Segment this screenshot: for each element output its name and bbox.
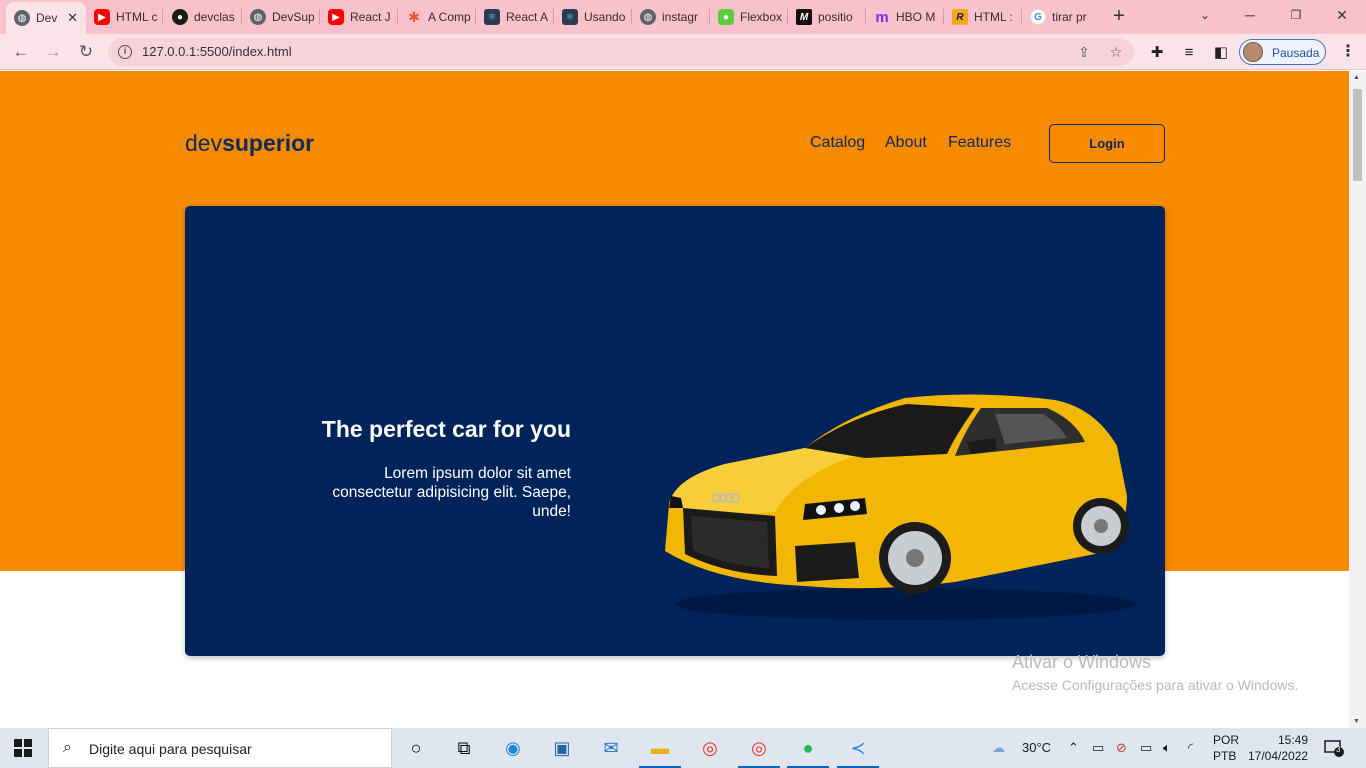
- globe-icon: ◍: [14, 10, 30, 26]
- scroll-down-icon[interactable]: ▼: [1353, 718, 1360, 725]
- minimize-button[interactable]: ─: [1230, 4, 1270, 26]
- restore-button[interactable]: ❐: [1276, 4, 1316, 26]
- youtube-icon: ▶: [94, 9, 110, 25]
- hero-text: Lorem ipsum dolor sit amet consectetur a…: [332, 465, 571, 520]
- notification-center-icon[interactable]: 3: [1324, 739, 1344, 757]
- file-explorer-icon[interactable]: ▬: [639, 736, 681, 768]
- tab-html-youtube[interactable]: ▶ HTML c: [86, 4, 162, 30]
- menu-dots-icon[interactable]: ⋮: [1338, 42, 1358, 62]
- tab-devsuperior[interactable]: ◍ Dev ✕: [6, 2, 86, 34]
- weather-icon[interactable]: ☁: [992, 740, 1005, 756]
- react-icon: ⚛: [562, 9, 578, 25]
- edge-icon[interactable]: ◉: [500, 736, 526, 760]
- youtube-icon: ▶: [328, 9, 344, 25]
- media-control-icon[interactable]: ≡: [1180, 44, 1198, 62]
- globe-icon: ◍: [250, 9, 266, 25]
- search-icon: ⌕: [63, 739, 72, 756]
- r-icon: R: [952, 9, 968, 25]
- spotify-icon[interactable]: ●: [787, 736, 829, 768]
- medium-icon: M: [796, 9, 812, 25]
- car-image: [665, 394, 1135, 620]
- tab-position-medium[interactable]: M positio: [788, 4, 864, 30]
- tab-a-comp[interactable]: ✱ A Comp: [398, 4, 474, 30]
- tab-strip: ◍ Dev ✕ ▶ HTML c ● devclas ◍ DevSup ▶ Re…: [0, 0, 1366, 34]
- weather-temp[interactable]: 30°C: [1022, 740, 1051, 755]
- windows-activation-watermark: Ativar o Windows Acesse Configurações pa…: [1012, 652, 1299, 693]
- vscode-icon[interactable]: ≺: [837, 736, 879, 768]
- nav-catalog[interactable]: Catalog: [810, 134, 865, 152]
- taskbar-search[interactable]: ⌕ Digite aqui para pesquisar: [48, 728, 392, 768]
- frog-icon: ●: [718, 9, 734, 25]
- volume-icon[interactable]: 🔈︎: [1163, 740, 1171, 756]
- hero-card: The perfect car for you Lorem ipsum dolo…: [185, 206, 1165, 656]
- tab-react-a[interactable]: ⚛ React A: [476, 4, 552, 30]
- tab-tirar-print[interactable]: G tirar pr: [1022, 4, 1100, 30]
- google-icon: G: [1030, 9, 1046, 25]
- chrome-profile-icon[interactable]: ◎: [738, 736, 780, 768]
- tab-devsuperior-2[interactable]: ◍ DevSup: [242, 4, 318, 30]
- chevron-up-icon[interactable]: ⌃: [1068, 740, 1079, 756]
- url-text[interactable]: 127.0.0.1:5500/index.html: [142, 44, 292, 59]
- share-icon[interactable]: ⇪: [1076, 44, 1092, 60]
- info-icon[interactable]: i: [118, 45, 132, 59]
- cortana-icon[interactable]: ○: [403, 736, 429, 760]
- profile-button[interactable]: Pausada: [1239, 39, 1326, 65]
- nav-features[interactable]: Features: [948, 134, 1011, 152]
- hero-title: The perfect car for you: [321, 416, 571, 442]
- tab-instagram[interactable]: ◍ instagr: [632, 4, 708, 30]
- tab-flexbox[interactable]: ● Flexbox: [710, 4, 786, 30]
- tab-html-r[interactable]: R HTML :: [944, 4, 1020, 30]
- hbo-m-icon: m: [875, 8, 889, 26]
- nav-about[interactable]: About: [885, 134, 927, 152]
- scroll-up-icon[interactable]: ▲: [1353, 74, 1360, 81]
- mail-icon[interactable]: ✉: [598, 736, 624, 760]
- meet-icon[interactable]: ▭: [1092, 740, 1104, 756]
- asterisk-icon: ✱: [408, 8, 420, 25]
- language-indicator[interactable]: POR PTB: [1213, 732, 1239, 764]
- tab-devclass-github[interactable]: ● devclas: [164, 4, 240, 30]
- reload-icon[interactable]: ↻: [74, 40, 98, 64]
- react-icon: ⚛: [484, 9, 500, 25]
- store-icon[interactable]: ▣: [549, 736, 575, 760]
- back-icon[interactable]: ←: [9, 40, 33, 64]
- extensions-icon[interactable]: ✚: [1148, 44, 1166, 62]
- globe-icon: ◍: [640, 9, 656, 25]
- page-viewport: devsuperior Catalog About Features Login…: [0, 71, 1349, 728]
- scrollbar-thumb[interactable]: [1353, 89, 1362, 181]
- start-button[interactable]: [14, 739, 32, 757]
- clock[interactable]: 15:49 17/04/2022: [1248, 732, 1308, 764]
- close-icon[interactable]: ✕: [67, 10, 78, 26]
- tab-hbo-max[interactable]: m HBO M: [866, 4, 942, 30]
- wifi-icon[interactable]: ◜: [1188, 740, 1193, 756]
- github-icon: ●: [172, 9, 188, 25]
- avatar: [1243, 42, 1263, 62]
- blocked-icon[interactable]: ⊘: [1116, 740, 1127, 756]
- browser-toolbar: ← → ↻ i 127.0.0.1:5500/index.html ⇪ ☆ ✚ …: [0, 34, 1366, 70]
- brand-logo[interactable]: devsuperior: [185, 130, 314, 157]
- chrome-icon[interactable]: ◎: [697, 736, 723, 760]
- tab-react-youtube[interactable]: ▶ React J: [320, 4, 396, 30]
- windows-taskbar: ⌕ Digite aqui para pesquisar ○ ⧉ ◉ ▣ ✉ ▬…: [0, 728, 1366, 768]
- new-tab-button[interactable]: +: [1108, 5, 1130, 27]
- tab-search-icon[interactable]: ⌄: [1185, 4, 1225, 26]
- task-view-icon[interactable]: ⧉: [451, 736, 477, 760]
- close-window-button[interactable]: ✕: [1322, 4, 1362, 26]
- bookmark-star-icon[interactable]: ☆: [1108, 44, 1124, 60]
- forward-icon[interactable]: →: [41, 40, 65, 64]
- page-scrollbar[interactable]: ▲ ▼: [1349, 71, 1366, 728]
- battery-icon[interactable]: ▭: [1140, 740, 1152, 756]
- side-panel-icon[interactable]: ◧: [1212, 44, 1230, 62]
- address-bar[interactable]: i 127.0.0.1:5500/index.html ⇪ ☆: [108, 38, 1134, 66]
- login-button[interactable]: Login: [1049, 124, 1165, 163]
- tab-usando[interactable]: ⚛ Usando: [554, 4, 630, 30]
